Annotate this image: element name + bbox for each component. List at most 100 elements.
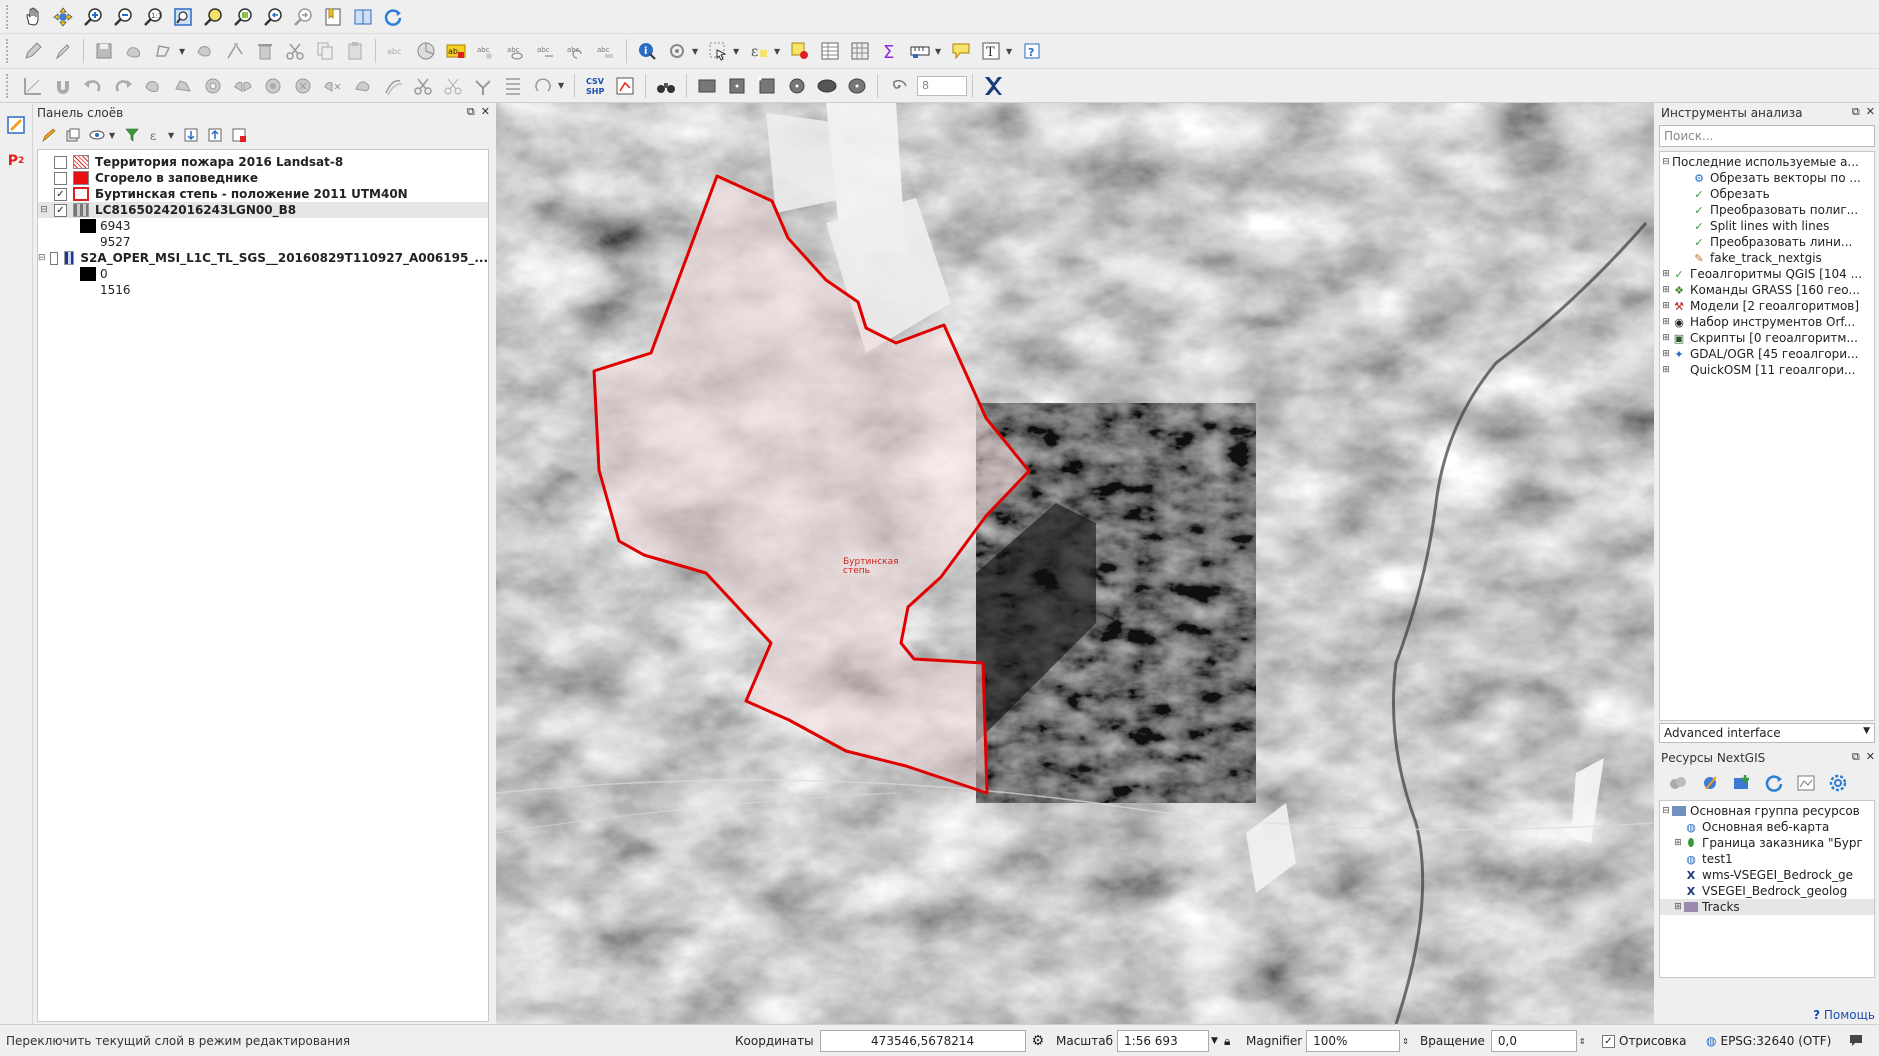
pan-icon[interactable] (19, 3, 47, 31)
add-feature-icon[interactable] (120, 37, 148, 65)
save-edits-icon[interactable] (90, 37, 118, 65)
shape-circle-center-icon[interactable] (783, 72, 811, 100)
tree-item[interactable]: ✓ Обрезать (1660, 186, 1874, 202)
shape-circle-icon[interactable] (843, 72, 871, 100)
move-label-icon[interactable]: abc (532, 37, 560, 65)
remove-layer-icon[interactable] (228, 124, 250, 146)
shape-square-center-icon[interactable] (723, 72, 751, 100)
zoom-out-icon[interactable] (109, 3, 137, 31)
zoom-last-icon[interactable] (259, 3, 287, 31)
spiral-icon[interactable] (884, 72, 912, 100)
deselect-all-icon[interactable] (786, 37, 814, 65)
collapse-icon[interactable]: ⊟ (38, 205, 50, 215)
magnifier-field[interactable]: 100% (1306, 1030, 1401, 1052)
action-icon[interactable] (663, 37, 691, 65)
zoom-to-selection-icon[interactable] (199, 3, 227, 31)
layer-visibility-checkbox[interactable]: ✓ (54, 203, 67, 217)
tree-provider[interactable]: ⊞ ▣ Скрипты [0 геоалгоритм... (1660, 330, 1874, 346)
cad-tools-icon[interactable] (19, 72, 47, 100)
shape-ellipse-icon[interactable] (813, 72, 841, 100)
help-icon[interactable]: ? (1018, 37, 1046, 65)
tree-item[interactable]: ⊞ Tracks (1660, 899, 1874, 915)
layer-row[interactable]: ⊟ ✓ LC81650242016243LGN00_B8 (38, 202, 488, 218)
filter-by-expression-icon[interactable]: ε (145, 124, 167, 146)
tree-item[interactable]: Xwms-VSEGEI_Bedrock_ge (1660, 867, 1874, 883)
layer-visibility-checkbox[interactable]: ✓ (54, 187, 67, 201)
add-ring-icon[interactable] (199, 72, 227, 100)
chevron-down-icon[interactable]: ▼ (558, 81, 566, 90)
zoom-native-icon[interactable]: 1:1 (139, 3, 167, 31)
import-layer-icon[interactable] (1696, 769, 1724, 797)
chevron-down-icon[interactable]: ▼ (1211, 1036, 1218, 1046)
float-panel-icon[interactable]: ⧉ (1852, 105, 1860, 119)
float-panel-icon[interactable]: ⧉ (1852, 750, 1860, 764)
add-polygon-icon[interactable] (150, 37, 178, 65)
collapse-all-icon[interactable] (204, 124, 226, 146)
render-checkbox[interactable]: ✓ (1602, 1034, 1615, 1048)
layer-visibility-checkbox[interactable] (54, 155, 67, 169)
tree-group-root[interactable]: ⊟ Основная группа ресурсов (1660, 803, 1874, 819)
chevron-down-icon[interactable]: ▼ (109, 131, 117, 140)
close-icon[interactable]: ✕ (1866, 105, 1875, 119)
expand-icon[interactable]: ⊞ (1660, 333, 1672, 343)
segments-spinbox[interactable]: 8 (917, 75, 967, 96)
layer-editing-icon[interactable] (2, 111, 30, 139)
simplify-feature-icon[interactable] (169, 72, 197, 100)
layer-visibility-checkbox[interactable] (54, 171, 67, 185)
rotate-feature-icon[interactable] (139, 72, 167, 100)
tree-item[interactable]: ◍ Основная веб-карта (1660, 819, 1874, 835)
tree-provider[interactable]: ⊞ ✓ Геоалгоритмы QGIS [104 ... (1660, 266, 1874, 282)
layer-labeling-icon[interactable]: ab (442, 37, 470, 65)
tree-item[interactable]: ⊞ ⬮ Граница заказника "Бург (1660, 835, 1874, 851)
measure-icon[interactable] (906, 37, 934, 65)
toggle-editing-icon[interactable] (49, 37, 77, 65)
layer-row[interactable]: ⊟ S2A_OPER_MSI_L1C_TL_SGS__20160829T1109… (38, 250, 488, 266)
tree-item[interactable]: X VSEGEI_Bedrock_geolog (1660, 883, 1874, 899)
close-icon[interactable]: ✕ (1866, 750, 1875, 764)
expand-all-icon[interactable] (180, 124, 202, 146)
spin-arrows-icon[interactable]: ⇕ (1579, 1037, 1586, 1046)
crs-group[interactable]: ◍ EPSG:32640 (OTF) (1706, 1034, 1831, 1048)
expand-icon[interactable]: ⊞ (1660, 269, 1672, 279)
tree-provider[interactable]: ⊞ ◉ Набор инструментов Orf... (1660, 314, 1874, 330)
delete-selected-icon[interactable] (251, 37, 279, 65)
chevron-down-icon[interactable]: ▼ (692, 47, 700, 56)
current-edits-icon[interactable] (19, 37, 47, 65)
tree-item[interactable]: ⚙ Обрезать векторы по ... (1660, 170, 1874, 186)
offset-curve-icon[interactable] (379, 72, 407, 100)
expand-icon[interactable]: ⊞ (1672, 838, 1684, 848)
shape-rect-icon[interactable] (693, 72, 721, 100)
map-tips-icon[interactable] (947, 37, 975, 65)
tree-item[interactable]: ✎ fake_track_nextgis (1660, 250, 1874, 266)
zoom-full-icon[interactable] (169, 3, 197, 31)
toolbar-grip[interactable] (6, 73, 14, 98)
chevron-down-icon[interactable]: ▼ (935, 47, 943, 56)
layer-visibility-checkbox[interactable] (49, 251, 59, 265)
filter-legend-icon[interactable] (121, 124, 143, 146)
expand-icon[interactable]: ⊞ (1672, 902, 1684, 912)
settings-gear-icon[interactable] (1824, 769, 1852, 797)
rotation-field[interactable]: 0,0 (1490, 1030, 1577, 1052)
open-map-icon[interactable] (1792, 769, 1820, 797)
zoom-next-icon[interactable] (289, 3, 317, 31)
label-toolbar-icon[interactable]: abc (382, 37, 410, 65)
help-link[interactable]: ? Помощь (1813, 1008, 1875, 1022)
expand-icon[interactable]: ⊞ (1660, 285, 1672, 295)
create-group-icon[interactable] (1728, 769, 1756, 797)
coordinates-field[interactable]: 473546,5678214 (819, 1030, 1026, 1052)
new-bookmark-icon[interactable] (319, 3, 347, 31)
tree-group-recent[interactable]: ⊟ Последние используемые а... (1660, 154, 1874, 170)
map-canvas[interactable]: Буртинская степь (496, 103, 1654, 1024)
processing-search-input[interactable]: Поиск... (1659, 125, 1875, 147)
scale-field[interactable]: 1:56 693 (1117, 1030, 1210, 1052)
tree-provider[interactable]: ⊞ QuickOSM [11 геоалгори... (1660, 362, 1874, 378)
split-features-icon[interactable] (409, 72, 437, 100)
toolbar-grip[interactable] (6, 4, 14, 29)
chevron-down-icon[interactable]: ▼ (774, 47, 782, 56)
paste-features-icon[interactable] (341, 37, 369, 65)
shape-square-icon[interactable] (753, 72, 781, 100)
cut-features-icon[interactable] (281, 37, 309, 65)
georeferencer-icon[interactable] (611, 72, 639, 100)
zoom-to-layer-icon[interactable] (229, 3, 257, 31)
pan-to-selection-icon[interactable] (49, 3, 77, 31)
